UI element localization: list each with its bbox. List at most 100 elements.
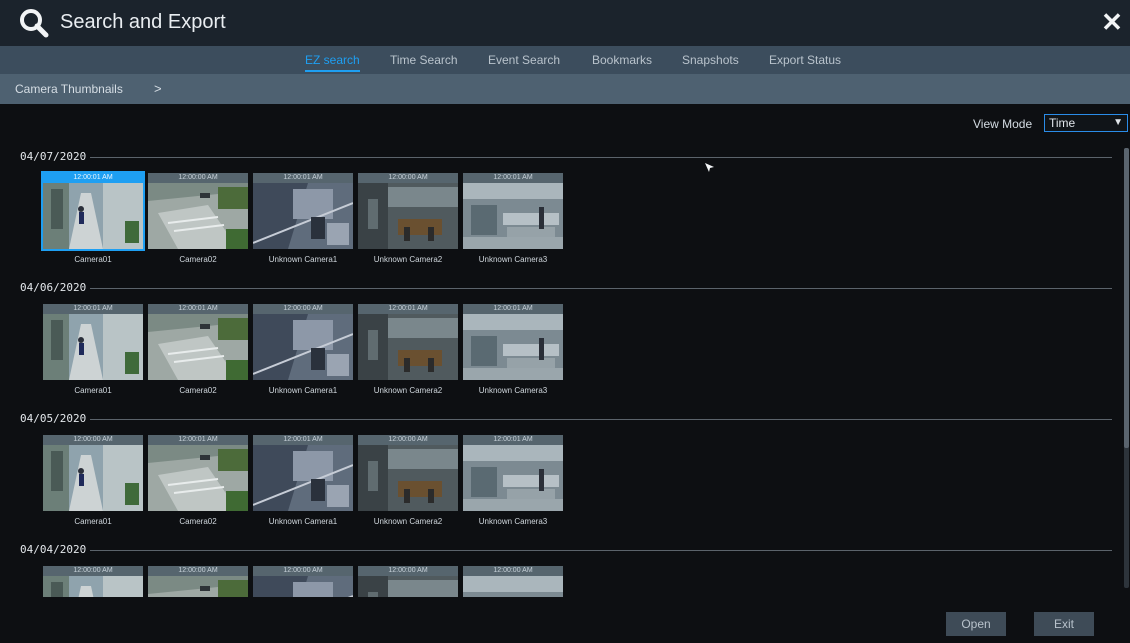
mouse-pointer-icon — [705, 163, 714, 172]
chevron-down-icon: ▼ — [1113, 117, 1123, 128]
camera-thumbnail[interactable]: 12:00:01 AM — [41, 171, 145, 251]
camera-snapshot-image — [463, 445, 563, 511]
camera-snapshot-image — [253, 183, 353, 249]
camera-name-label: Camera02 — [179, 386, 217, 395]
close-icon[interactable]: ✕ — [1101, 7, 1123, 37]
camera-snapshot-image — [358, 576, 458, 597]
thumbnail-timestamp: 12:00:01 AM — [253, 173, 353, 183]
date-group-header: 04/04/2020 — [20, 543, 1112, 557]
camera-name-label: Unknown Camera3 — [478, 517, 548, 526]
tab-ez-search[interactable]: EZ search — [305, 53, 360, 72]
camera-thumbnail[interactable]: 12:00:01 AM — [253, 435, 353, 511]
date-divider — [90, 288, 1112, 289]
thumbnail-timestamp: 12:00:01 AM — [463, 173, 563, 183]
close-button[interactable]: ✕ — [1100, 9, 1124, 35]
camera-name-label: Unknown Camera1 — [268, 255, 338, 264]
camera-name-label: Unknown Camera3 — [478, 255, 548, 264]
camera-thumbnail[interactable]: 12:00:00 AM — [358, 173, 458, 249]
date-label: 04/07/2020 — [20, 150, 93, 163]
camera-thumbnail[interactable]: 12:00:01 AM — [463, 304, 563, 380]
breadcrumb-chevron-icon: > — [154, 81, 162, 96]
breadcrumb-item-camera-thumbnails[interactable]: Camera Thumbnails — [15, 82, 123, 96]
camera-thumbnail[interactable]: 12:00:00 AM — [253, 304, 353, 380]
camera-name-label: Unknown Camera2 — [373, 255, 443, 264]
camera-name-label: Camera01 — [74, 386, 112, 395]
thumbnail-timestamp: 12:00:00 AM — [43, 435, 143, 445]
view-mode-label: View Mode — [973, 117, 1033, 131]
camera-snapshot-image — [43, 183, 143, 249]
camera-name-label: Unknown Camera2 — [373, 386, 443, 395]
thumbnail-timestamp: 12:00:01 AM — [358, 304, 458, 314]
camera-thumbnail[interactable]: 12:00:01 AM — [148, 435, 248, 511]
thumbnail-timestamp: 12:00:00 AM — [43, 566, 143, 576]
window-title: Search and Export — [60, 11, 226, 33]
date-label: 04/04/2020 — [20, 543, 93, 556]
camera-snapshot-image — [463, 183, 563, 249]
date-group-header: 04/06/2020 — [20, 281, 1112, 295]
tab-snapshots[interactable]: Snapshots — [682, 53, 739, 67]
tab-export-status[interactable]: Export Status — [769, 53, 841, 67]
camera-thumbnail[interactable]: 12:00:00 AM — [358, 566, 458, 597]
camera-thumbnail[interactable]: 12:00:00 AM — [253, 566, 353, 597]
date-label: 04/06/2020 — [20, 281, 93, 294]
camera-thumbnail[interactable]: 12:00:00 AM — [43, 566, 143, 597]
thumbnail-timestamp: 12:00:01 AM — [253, 435, 353, 445]
camera-name-label: Unknown Camera1 — [268, 517, 338, 526]
camera-thumbnail[interactable]: 12:00:01 AM — [148, 304, 248, 380]
camera-thumbnail[interactable]: 12:00:00 AM — [43, 435, 143, 511]
camera-snapshot-image — [358, 314, 458, 380]
camera-name-label: Camera01 — [74, 255, 112, 264]
scrollbar-thumb[interactable] — [1124, 148, 1129, 448]
thumbnail-timestamp: 12:00:01 AM — [43, 173, 143, 183]
camera-snapshot-image — [43, 314, 143, 380]
tab-bar: EZ search Time Search Event Search Bookm… — [0, 46, 1130, 74]
vertical-scrollbar[interactable] — [1124, 148, 1129, 588]
camera-thumbnail[interactable]: 12:00:00 AM — [148, 173, 248, 249]
view-mode-value: Time — [1049, 116, 1076, 130]
tabs: EZ search Time Search Event Search Bookm… — [0, 46, 1130, 74]
thumbnail-timestamp: 12:00:00 AM — [463, 566, 563, 576]
thumbnail-timestamp: 12:00:01 AM — [463, 435, 563, 445]
camera-name-label: Unknown Camera2 — [373, 517, 443, 526]
camera-thumbnail[interactable]: 12:00:01 AM — [463, 173, 563, 249]
camera-snapshot-image — [253, 445, 353, 511]
date-divider — [90, 157, 1112, 158]
camera-snapshot-image — [253, 314, 353, 380]
thumbnail-timestamp: 12:00:01 AM — [463, 304, 563, 314]
camera-snapshot-image — [463, 314, 563, 380]
camera-snapshot-image — [148, 183, 248, 249]
thumbnail-timestamp: 12:00:01 AM — [148, 435, 248, 445]
camera-snapshot-image — [253, 576, 353, 597]
thumbnail-timestamp: 12:00:00 AM — [253, 304, 353, 314]
camera-name-label: Unknown Camera3 — [478, 386, 548, 395]
camera-thumbnail[interactable]: 12:00:00 AM — [148, 566, 248, 597]
camera-snapshot-image — [463, 576, 563, 597]
thumbnail-timestamp: 12:00:01 AM — [148, 304, 248, 314]
tab-time-search[interactable]: Time Search — [390, 53, 458, 67]
view-mode-select[interactable]: Time ▼ — [1044, 114, 1128, 132]
thumbnail-timestamp: 12:00:01 AM — [43, 304, 143, 314]
camera-name-label: Camera02 — [179, 255, 217, 264]
date-divider — [90, 419, 1112, 420]
camera-thumbnail[interactable]: 12:00:01 AM — [358, 304, 458, 380]
tab-bookmarks[interactable]: Bookmarks — [592, 53, 652, 67]
camera-name-label: Camera01 — [74, 517, 112, 526]
camera-snapshot-image — [148, 576, 248, 597]
camera-thumbnail[interactable]: 12:00:01 AM — [43, 304, 143, 380]
camera-name-label: Unknown Camera1 — [268, 386, 338, 395]
thumbnail-timestamp: 12:00:00 AM — [358, 566, 458, 576]
tab-event-search[interactable]: Event Search — [488, 53, 560, 67]
camera-thumbnail[interactable]: 12:00:01 AM — [253, 173, 353, 249]
date-group-header: 04/05/2020 — [20, 412, 1112, 426]
camera-snapshot-image — [148, 314, 248, 380]
date-label: 04/05/2020 — [20, 412, 93, 425]
thumbnail-timestamp: 12:00:00 AM — [148, 566, 248, 576]
date-group-header: 04/07/2020 — [20, 150, 1112, 164]
breadcrumb: Camera Thumbnails > — [0, 74, 1130, 104]
camera-thumbnail[interactable]: 12:00:01 AM — [463, 435, 563, 511]
camera-snapshot-image — [358, 183, 458, 249]
camera-thumbnail[interactable]: 12:00:00 AM — [463, 566, 563, 597]
exit-button[interactable]: Exit — [1034, 612, 1094, 636]
open-button[interactable]: Open — [946, 612, 1006, 636]
camera-thumbnail[interactable]: 12:00:00 AM — [358, 435, 458, 511]
